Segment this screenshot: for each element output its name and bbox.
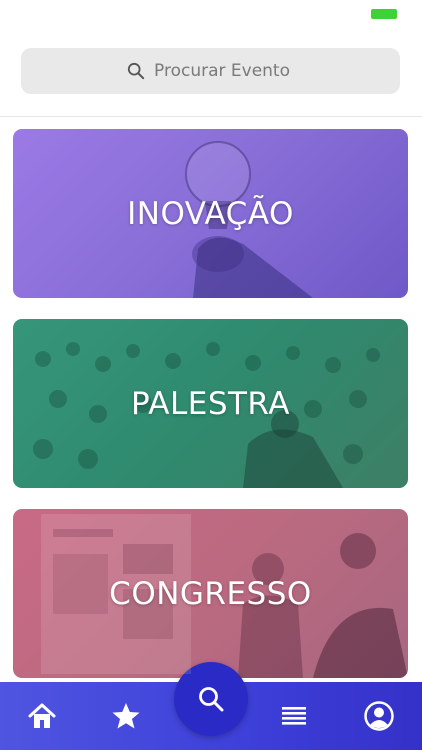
category-card-palestra[interactable]: PALESTRA bbox=[13, 319, 408, 488]
category-title: PALESTRA bbox=[131, 385, 290, 422]
list-icon bbox=[282, 707, 306, 725]
tab-profile[interactable] bbox=[349, 682, 409, 750]
home-icon bbox=[28, 703, 56, 728]
tab-home[interactable] bbox=[12, 682, 72, 750]
search-bar[interactable] bbox=[21, 48, 400, 94]
category-card-inovacao[interactable]: INOVAÇÃO bbox=[13, 129, 408, 298]
search-input[interactable] bbox=[154, 61, 294, 81]
tab-list[interactable] bbox=[264, 682, 324, 750]
search-section bbox=[0, 28, 422, 117]
tab-favorites[interactable] bbox=[96, 682, 156, 750]
search-icon bbox=[199, 687, 224, 712]
category-card-congresso[interactable]: CONGRESSO bbox=[13, 509, 408, 678]
profile-icon bbox=[364, 701, 394, 731]
battery-icon bbox=[371, 9, 397, 19]
category-title: INOVAÇÃO bbox=[127, 195, 294, 232]
search-icon bbox=[127, 62, 145, 80]
category-title: CONGRESSO bbox=[109, 575, 312, 612]
status-bar bbox=[0, 0, 422, 28]
star-icon bbox=[112, 703, 140, 729]
